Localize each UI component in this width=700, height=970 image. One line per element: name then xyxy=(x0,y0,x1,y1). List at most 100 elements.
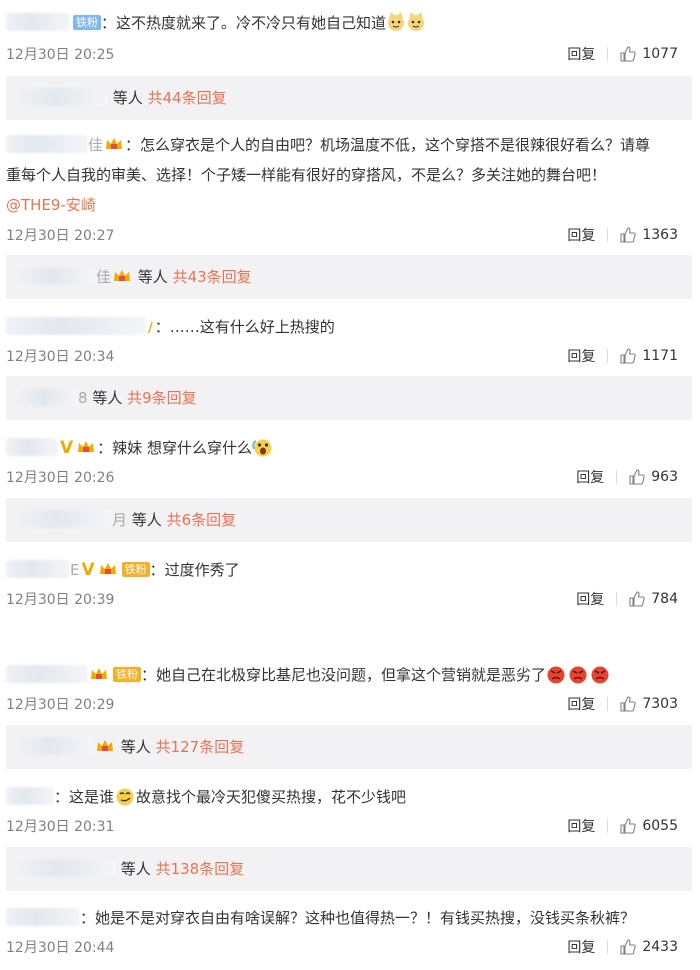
reply-button[interactable]: 回复 xyxy=(567,346,595,366)
cat-emoji-icon xyxy=(386,12,426,42)
comment-text-line2: 重每个人自我的审美、选择！个子矮一样能有很好的穿搭风，不是么？多关注她的舞台吧！ xyxy=(6,166,607,184)
comment-body: 佳 ：怎么穿衣是个人的自由吧？机场温度不低，这个穿搭不是很辣很好看么？请尊 重每个… xyxy=(6,130,682,220)
comment-time: 12月30日 20:29 xyxy=(6,697,115,713)
comment-text: ：过度作秀了 xyxy=(149,561,240,579)
thumbs-up-icon[interactable] xyxy=(620,696,637,712)
reply-summary-prefix: 等人 xyxy=(137,268,168,286)
username-blurred[interactable] xyxy=(6,135,88,153)
username-blurred xyxy=(20,267,96,285)
angry-emoji-icon xyxy=(546,664,612,694)
comment-time: 12月30日 20:25 xyxy=(6,47,115,63)
reply-button[interactable]: 回复 xyxy=(567,816,595,836)
crown-badge-icon xyxy=(91,668,107,679)
comment-text-part1: ：这是谁 xyxy=(54,788,115,806)
comment-body: E V 铁粉 ：过度作秀了 xyxy=(6,555,682,585)
divider xyxy=(607,697,609,711)
comment-time: 12月30日 20:44 xyxy=(6,940,115,956)
username-blurred[interactable] xyxy=(6,317,146,335)
comment-actions: 回复 784 xyxy=(576,589,678,609)
reply-total-link[interactable]: 共44条回复 xyxy=(148,89,227,107)
comment-text-line1: ：怎么穿衣是个人的自由吧？机场温度不低，这个穿搭不是很辣很好看么？请尊 xyxy=(125,136,651,154)
like-count: 1363 xyxy=(642,227,678,243)
thumbs-up-icon[interactable] xyxy=(620,348,637,364)
thumbs-up-icon[interactable] xyxy=(620,46,637,62)
reply-total-link[interactable]: 共6条回复 xyxy=(167,511,237,529)
comment-body: ：这是谁 故意找个最冷天犯傻买热搜，花不少钱吧 xyxy=(6,782,682,816)
verified-v-icon: V xyxy=(60,438,74,458)
fan-badge: 铁粉 xyxy=(113,667,141,682)
username-tail: 月 xyxy=(112,511,128,529)
reply-button[interactable]: 回复 xyxy=(567,694,595,714)
like-count: 6055 xyxy=(642,818,678,834)
reply-summary[interactable]: 等人 共127条回复 xyxy=(6,725,692,769)
crown-badge-icon xyxy=(99,563,116,574)
like-count: 1077 xyxy=(642,46,678,62)
verified-v-icon: V xyxy=(81,560,95,580)
comment-time: 12月30日 20:27 xyxy=(6,228,115,244)
comment-body: V ：辣妹 想穿什么穿什么 xyxy=(6,433,682,467)
thumbs-up-icon[interactable] xyxy=(629,591,645,607)
crown-badge-icon xyxy=(78,441,95,452)
username-blurred[interactable] xyxy=(6,438,58,456)
reply-summary[interactable]: 8 等人 共9条回复 xyxy=(6,376,692,420)
reply-summary-prefix: 等人 xyxy=(120,860,151,878)
username-blurred xyxy=(20,388,78,406)
reply-total-link[interactable]: 共138条回复 xyxy=(156,860,245,878)
like-count: 784 xyxy=(651,591,678,607)
verified-v-icon: / xyxy=(148,321,153,336)
crown-badge-icon xyxy=(97,740,113,751)
reply-summary[interactable]: 佳 等人 共43条回复 xyxy=(6,255,692,299)
comment-actions: 回复 6055 xyxy=(567,816,678,836)
divider xyxy=(607,349,609,363)
like-count: 7303 xyxy=(642,696,678,712)
comment-actions: 回复 963 xyxy=(576,467,678,487)
reply-summary[interactable]: 等人 共138条回复 xyxy=(6,847,692,891)
reply-button[interactable]: 回复 xyxy=(576,467,604,487)
like-count: 2433 xyxy=(642,939,678,955)
reply-button[interactable]: 回复 xyxy=(567,937,595,957)
username-blurred[interactable] xyxy=(6,665,88,683)
thumbs-up-icon[interactable] xyxy=(629,469,645,485)
comment-actions: 回复 2433 xyxy=(567,937,678,957)
thumbs-up-icon[interactable] xyxy=(620,939,637,955)
reply-summary-prefix: 等人 xyxy=(92,389,123,407)
comment-time: 12月30日 20:39 xyxy=(6,592,115,608)
username-blurred xyxy=(20,859,116,877)
comment-body: 铁粉 ：她自己在北极穿比基尼也没问题，但拿这个营销就是恶劣了 xyxy=(6,660,682,694)
reply-summary[interactable]: 等人 共44条回复 xyxy=(6,76,692,120)
comment-time: 12月30日 20:31 xyxy=(6,819,115,835)
reply-summary-prefix: 等人 xyxy=(120,738,151,756)
thumbs-up-icon[interactable] xyxy=(620,818,637,834)
comment-text: ：辣妹 想穿什么穿什么 xyxy=(97,439,252,457)
comment-text: ：她自己在北极穿比基尼也没问题，但拿这个营销就是恶劣了 xyxy=(141,666,547,684)
username-blurred xyxy=(20,737,94,755)
comment-text: ：……这有什么好上热搜的 xyxy=(154,318,335,336)
username-blurred[interactable] xyxy=(6,13,70,31)
comment-time: 12月30日 20:26 xyxy=(6,470,115,486)
reply-total-link[interactable]: 共43条回复 xyxy=(173,268,252,286)
comment-actions: 回复 1363 xyxy=(567,225,678,245)
username-blurred[interactable] xyxy=(6,787,54,805)
mention-link[interactable]: @THE9-安崎 xyxy=(6,196,96,214)
divider xyxy=(607,819,609,833)
crown-badge-icon xyxy=(106,138,123,149)
comment-body: / ：……这有什么好上热搜的 xyxy=(6,312,682,344)
username-blurred[interactable] xyxy=(6,560,70,578)
shocked-emoji-icon xyxy=(252,437,274,467)
reply-total-link[interactable]: 共127条回复 xyxy=(156,738,245,756)
reply-button[interactable]: 回复 xyxy=(567,225,595,245)
divider xyxy=(607,47,609,61)
divider xyxy=(607,228,609,242)
comment-actions: 回复 1171 xyxy=(567,346,678,366)
thumbs-up-icon[interactable] xyxy=(620,227,637,243)
username-blurred xyxy=(20,88,108,106)
smirk-emoji-icon xyxy=(114,786,136,816)
divider xyxy=(616,592,618,606)
reply-button[interactable]: 回复 xyxy=(576,589,604,609)
username-blurred[interactable] xyxy=(6,908,80,926)
reply-total-link[interactable]: 共9条回复 xyxy=(127,389,197,407)
reply-summary[interactable]: 月 等人 共6条回复 xyxy=(6,498,692,542)
reply-button[interactable]: 回复 xyxy=(567,44,595,64)
comment-actions: 回复 7303 xyxy=(567,694,678,714)
comment-text: ：她是不是对穿衣自由有啥误解？这种也值得热一？！有钱买热搜，没钱买条秋裤？ xyxy=(80,909,636,927)
